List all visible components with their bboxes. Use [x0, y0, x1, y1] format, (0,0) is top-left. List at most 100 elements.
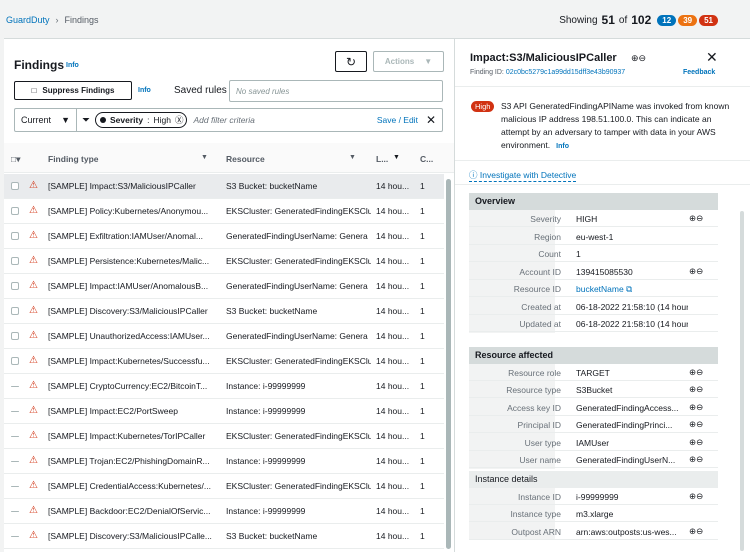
- field-label: Resource ID: [513, 284, 561, 294]
- clear-filters-icon[interactable]: ✕: [426, 113, 436, 127]
- row-checkbox[interactable]: [11, 257, 19, 265]
- zoom-in-out-icon[interactable]: ⊕⊖: [689, 419, 703, 430]
- row-checkbox[interactable]: [11, 486, 19, 487]
- finding-description: S3 API GeneratedFindingAPIName was invok…: [501, 100, 741, 153]
- refresh-button[interactable]: ↻: [335, 51, 367, 72]
- remove-token-icon[interactable]: Ⓧ: [175, 114, 184, 126]
- table-row[interactable]: ⚠ [SAMPLE] Impact:EC2/PortSweep Instance: …: [4, 399, 444, 424]
- table-row[interactable]: ⚠ [SAMPLE] Policy:Kubernetes/Anonymou... E…: [4, 199, 444, 224]
- table-row[interactable]: ⚠ [SAMPLE] Impact:IAMUser/AnomalousB... Ge…: [4, 274, 444, 299]
- col-last-seen[interactable]: L...: [376, 154, 388, 164]
- table-row[interactable]: ⚠ [SAMPLE] Exfiltration:IAMUser/Anomal...…: [4, 224, 444, 249]
- resource-cell: Instance: i-99999999: [226, 506, 306, 516]
- saved-rules-select[interactable]: No saved rules: [229, 80, 443, 102]
- sort-icon[interactable]: ▼: [201, 154, 208, 161]
- showing-total: 102: [631, 13, 652, 27]
- row-checkbox[interactable]: [11, 207, 19, 215]
- finding-id: Finding ID: 02c0bc5279c1a99dd15dff3e43b9…: [470, 69, 625, 76]
- breadcrumb-guardduty-link[interactable]: GuardDuty: [6, 15, 50, 25]
- sort-icon[interactable]: ▼: [349, 154, 356, 161]
- table-row[interactable]: ⚠ [SAMPLE] Persistence:Kubernetes/Malic..…: [4, 249, 444, 274]
- suppress-info-link[interactable]: Info: [138, 87, 151, 94]
- field-value: 06-18-2022 21:58:10 (14 hours...: [576, 319, 688, 329]
- table-row[interactable]: ⚠ [SAMPLE] Trojan:EC2/PhishingDomainR... I…: [4, 449, 444, 474]
- finding-type-cell: [SAMPLE] Impact:Kubernetes/TorIPCaller: [48, 431, 206, 441]
- row-checkbox[interactable]: [11, 386, 19, 387]
- severity-count-pill[interactable]: 12: [657, 14, 677, 26]
- zoom-in-out-icon[interactable]: ⊕⊖: [689, 266, 703, 277]
- breadcrumb-current: Findings: [64, 15, 99, 25]
- zoom-in-out-icon[interactable]: ⊕⊖: [689, 454, 703, 465]
- table-row[interactable]: ⚠ [SAMPLE] Discovery:S3/MaliciousIPCalle.…: [4, 524, 444, 549]
- field-label: Created at: [521, 301, 561, 312]
- warning-triangle-icon: ⚠: [29, 355, 38, 366]
- table-row[interactable]: ⚠ [SAMPLE] UnauthorizedAccess:IAMUser... G…: [4, 324, 444, 349]
- refresh-icon: ↻: [345, 54, 357, 69]
- row-checkbox[interactable]: [11, 282, 19, 290]
- findings-info-link[interactable]: Info: [66, 62, 79, 69]
- warning-triangle-icon: ⚠: [29, 255, 38, 266]
- info-circle-icon: ⓘ: [469, 170, 478, 180]
- investigate-detective-link[interactable]: ⓘ Investigate with Detective: [469, 169, 577, 182]
- description-info-link[interactable]: Info: [556, 143, 569, 150]
- filter-icon: ⏷: [82, 114, 90, 126]
- feedback-link[interactable]: Feedback: [683, 69, 715, 76]
- table-row[interactable]: ⚠ [SAMPLE] Discovery:S3/MaliciousIPCaller…: [4, 299, 444, 324]
- row-checkbox[interactable]: [11, 307, 19, 315]
- table-row[interactable]: ⚠ [SAMPLE] Impact:Kubernetes/Successfu...…: [4, 349, 444, 374]
- table-row[interactable]: ⚠ [SAMPLE] Impact:S3/MaliciousIPCaller S3 …: [4, 174, 444, 199]
- detail-scrollbar[interactable]: [740, 211, 744, 551]
- row-checkbox[interactable]: [11, 332, 19, 340]
- field-label: Principal ID: [517, 420, 561, 430]
- last-seen-cell: 14 hou...: [376, 231, 410, 241]
- table-scrollbar[interactable]: [446, 179, 451, 549]
- row-checkbox[interactable]: [11, 411, 19, 412]
- zoom-in-out-icon[interactable]: ⊕⊖: [689, 402, 703, 413]
- sort-desc-icon[interactable]: ▼: [393, 154, 400, 161]
- severity-count-pill[interactable]: 39: [678, 14, 698, 26]
- row-checkbox[interactable]: [11, 461, 19, 462]
- row-checkbox[interactable]: [11, 182, 19, 190]
- close-icon[interactable]: ✕: [706, 49, 718, 66]
- col-count[interactable]: C...: [420, 154, 433, 164]
- row-checkbox[interactable]: [11, 436, 19, 437]
- suppress-findings-button[interactable]: □ Suppress Findings: [14, 81, 132, 100]
- count-cell: 1: [420, 181, 425, 191]
- zoom-in-out-icon[interactable]: ⊕⊖: [689, 526, 703, 537]
- zoom-in-out-icon[interactable]: ⊕⊖: [689, 367, 703, 378]
- table-row[interactable]: ⚠ [SAMPLE] CryptoCurrency:EC2/BitcoinT...…: [4, 374, 444, 399]
- actions-dropdown[interactable]: Actions ▼: [373, 51, 444, 72]
- table-row[interactable]: ⚠ [SAMPLE] Backdoor:EC2/DenialOfServic...…: [4, 499, 444, 524]
- current-select[interactable]: Current ▼: [15, 109, 77, 131]
- warning-triangle-icon: ⚠: [29, 505, 38, 516]
- zoom-in-out-icon[interactable]: ⊕⊖: [689, 491, 703, 502]
- severity-filter-token[interactable]: Severity: High Ⓧ: [95, 112, 188, 128]
- finding-type-cell: [SAMPLE] Discovery:S3/MaliciousIPCaller: [48, 306, 208, 316]
- count-cell: 1: [420, 206, 425, 216]
- instance-details-row: Instance ID i-99999999 ⊕⊖: [469, 488, 718, 505]
- field-value[interactable]: bucketName ⧉: [576, 284, 688, 295]
- last-seen-cell: 14 hou...: [376, 531, 410, 541]
- instance-details-row: Outpost ARN arn:aws:outposts:us-wes... ⊕⊖: [469, 523, 718, 540]
- zoom-icons[interactable]: ⊕⊖: [631, 53, 646, 64]
- row-checkbox[interactable]: [11, 232, 19, 240]
- row-checkbox[interactable]: [11, 536, 19, 537]
- save-edit-link[interactable]: Save / Edit: [377, 115, 418, 125]
- field-label: Resource role: [508, 367, 561, 378]
- table-row[interactable]: ⚠ [SAMPLE] Impact:Kubernetes/TorIPCaller E…: [4, 424, 444, 449]
- last-seen-cell: 14 hou...: [376, 431, 410, 441]
- zoom-in-out-icon[interactable]: ⊕⊖: [689, 384, 703, 395]
- count-cell: 1: [420, 331, 425, 341]
- resource-affected-row: Principal ID GeneratedFindingPrinci... ⊕⊖: [469, 416, 718, 433]
- zoom-in-out-icon[interactable]: ⊕⊖: [689, 213, 703, 224]
- select-all-checkbox[interactable]: □▾: [11, 154, 20, 165]
- zoom-in-out-icon[interactable]: ⊕⊖: [689, 437, 703, 448]
- findings-panel: Findings Info ↻ Actions ▼ □ Suppress Fin…: [4, 38, 454, 552]
- row-checkbox[interactable]: [11, 357, 19, 365]
- col-finding-type[interactable]: Finding type: [48, 154, 99, 164]
- table-row[interactable]: ⚠ [SAMPLE] CredentialAccess:Kubernetes/..…: [4, 474, 444, 499]
- row-checkbox[interactable]: [11, 511, 19, 512]
- severity-count-pill[interactable]: 51: [699, 14, 718, 26]
- filter-input[interactable]: Add filter criteria: [193, 115, 376, 125]
- col-resource[interactable]: Resource: [226, 154, 265, 164]
